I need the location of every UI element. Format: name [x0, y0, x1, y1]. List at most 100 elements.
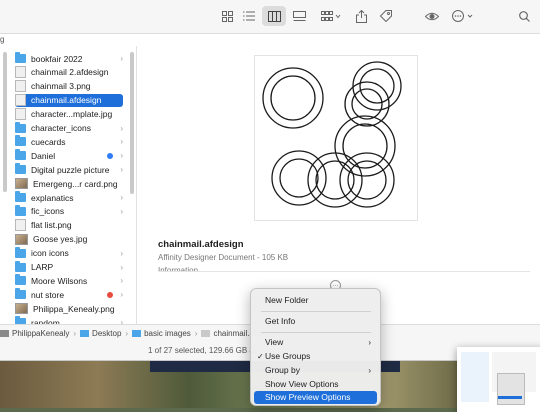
- column-header-fragment: g: [0, 35, 5, 44]
- file-row[interactable]: Emergeng...r card.png: [15, 177, 123, 190]
- chevron-right-icon: ›: [120, 137, 123, 147]
- columns-icon: [267, 10, 281, 22]
- file-row-label: chainmail 3.png: [31, 81, 91, 92]
- menu-item-label: Show Preview Options: [265, 392, 351, 402]
- share-button[interactable]: [352, 6, 370, 26]
- document-icon: [15, 219, 26, 232]
- folder-icon: [15, 52, 26, 63]
- file-row[interactable]: Daniel ›: [15, 149, 123, 162]
- path-separator-icon: ›: [73, 329, 77, 338]
- folder-icon: [15, 121, 26, 133]
- eye-icon: [425, 12, 439, 20]
- file-row[interactable]: cuecards ›: [15, 135, 123, 148]
- more-actions-button[interactable]: [450, 6, 476, 26]
- file-row-label: icon icons: [31, 248, 69, 259]
- file-row-label: LARP: [31, 262, 54, 272]
- path-item-basic-images[interactable]: basic images: [144, 329, 191, 338]
- menu-item-get-info[interactable]: Get Info: [254, 315, 377, 328]
- chevron-right-icon: ›: [120, 54, 123, 63]
- file-row[interactable]: chainmail.afdesign: [15, 93, 123, 107]
- image-file-icon: [15, 178, 28, 190]
- menu-item-label: Use Groups: [265, 351, 311, 361]
- file-row[interactable]: flat list.png: [15, 219, 123, 232]
- file-row-label: Emergeng...r card.png: [33, 178, 118, 189]
- folder-icon: [15, 204, 26, 216]
- chevron-right-icon: ›: [120, 248, 123, 258]
- home-icon: [0, 330, 9, 337]
- icon-view-button[interactable]: [218, 6, 236, 26]
- document-icon: [15, 80, 26, 93]
- tag-icon: [380, 10, 392, 22]
- file-row[interactable]: Digital puzzle picture ›: [15, 163, 123, 176]
- menu-separator: [261, 311, 371, 312]
- submenu-arrow-icon: ›: [368, 366, 371, 375]
- chevron-right-icon: ›: [120, 206, 123, 216]
- file-row[interactable]: Philippa_Kenealy.png: [15, 302, 123, 315]
- search-button[interactable]: [515, 6, 533, 26]
- file-row[interactable]: icon icons ›: [15, 246, 123, 260]
- file-row[interactable]: character_icons ›: [15, 121, 123, 135]
- file-row[interactable]: chainmail 3.png: [15, 80, 123, 93]
- chevron-right-icon: ›: [120, 276, 123, 286]
- search-icon: [518, 10, 530, 22]
- group-button[interactable]: [318, 6, 344, 26]
- menu-item-view[interactable]: View ›: [254, 336, 377, 349]
- group-grid-icon: [321, 10, 341, 21]
- file-row[interactable]: fic_icons ›: [15, 204, 123, 218]
- thumbnail-part: [461, 352, 489, 402]
- menu-item-show-preview-options[interactable]: Show Preview Options: [254, 391, 377, 404]
- file-row[interactable]: bookfair 2022 ›: [15, 52, 123, 65]
- preview-button[interactable]: [422, 6, 442, 26]
- image-file-icon: [15, 303, 28, 315]
- file-row[interactable]: Moore Wilsons ›: [15, 274, 123, 287]
- file-row-label: Moore Wilsons: [31, 275, 88, 286]
- screenshot-thumbnail[interactable]: [457, 347, 540, 412]
- file-row-label: flat list.png: [31, 220, 72, 231]
- menu-separator: [261, 332, 371, 333]
- file-row[interactable]: character...mplate.jpg: [15, 108, 123, 121]
- preview-filename: chainmail.afdesign: [158, 239, 244, 250]
- menu-item-label: View: [265, 337, 284, 347]
- file-row-label: nut store: [31, 289, 65, 300]
- list-icon: [243, 11, 255, 21]
- preview-kind-size: Affinity Designer Document - 105 KB: [158, 253, 289, 262]
- file-row[interactable]: LARP ›: [15, 260, 123, 274]
- menu-item-group-by[interactable]: Group by ›: [254, 364, 377, 377]
- file-row-label: chainmail 2.afdesign: [31, 67, 109, 78]
- menu-item-new-folder[interactable]: New Folder: [254, 294, 377, 307]
- menu-item-use-groups[interactable]: ✓ Use Groups: [254, 350, 377, 363]
- left-column-scrollbar[interactable]: [3, 52, 7, 192]
- file-row-label: bookfair 2022: [31, 53, 83, 64]
- file-row[interactable]: chainmail 2.afdesign: [15, 66, 123, 79]
- file-row-label: character_icons: [31, 123, 92, 133]
- menu-item-label: Get Info: [265, 316, 296, 326]
- file-preview-thumbnail: [254, 55, 418, 221]
- status-text: 1 of 27 selected, 129.66 GB av: [148, 346, 258, 355]
- file-row-label: fic_icons: [31, 206, 65, 217]
- file-list-scrollbar[interactable]: [130, 52, 134, 194]
- gallery-view-button[interactable]: [290, 6, 308, 26]
- list-view-button[interactable]: [240, 6, 258, 26]
- path-separator-icon: ›: [194, 329, 198, 338]
- thumbnail-part: [498, 396, 522, 399]
- folder-icon: [15, 191, 26, 202]
- path-item-home[interactable]: PhilippaKenealy: [12, 329, 69, 338]
- chevron-right-icon: ›: [120, 262, 123, 272]
- tag-button[interactable]: [377, 6, 395, 26]
- file-row[interactable]: nut store ›: [15, 288, 123, 301]
- folder-icon: [15, 246, 26, 258]
- document-icon: [15, 108, 26, 121]
- column-view-button[interactable]: [262, 6, 286, 26]
- menu-item-show-view-options[interactable]: Show View Options: [254, 378, 377, 391]
- file-row-label: character...mplate.jpg: [31, 109, 113, 120]
- file-row-label: explanatics: [31, 192, 74, 203]
- path-item-desktop[interactable]: Desktop: [92, 329, 121, 338]
- chevron-right-icon: ›: [120, 165, 123, 175]
- file-row[interactable]: explanatics ›: [15, 191, 123, 204]
- file-icon: [201, 330, 211, 337]
- folder-icon: [15, 149, 26, 161]
- file-row[interactable]: Goose yes.jpg: [15, 233, 123, 246]
- checkmark-icon: ✓: [257, 352, 264, 361]
- folder-icon: [15, 288, 26, 300]
- preview-divider: [158, 271, 530, 272]
